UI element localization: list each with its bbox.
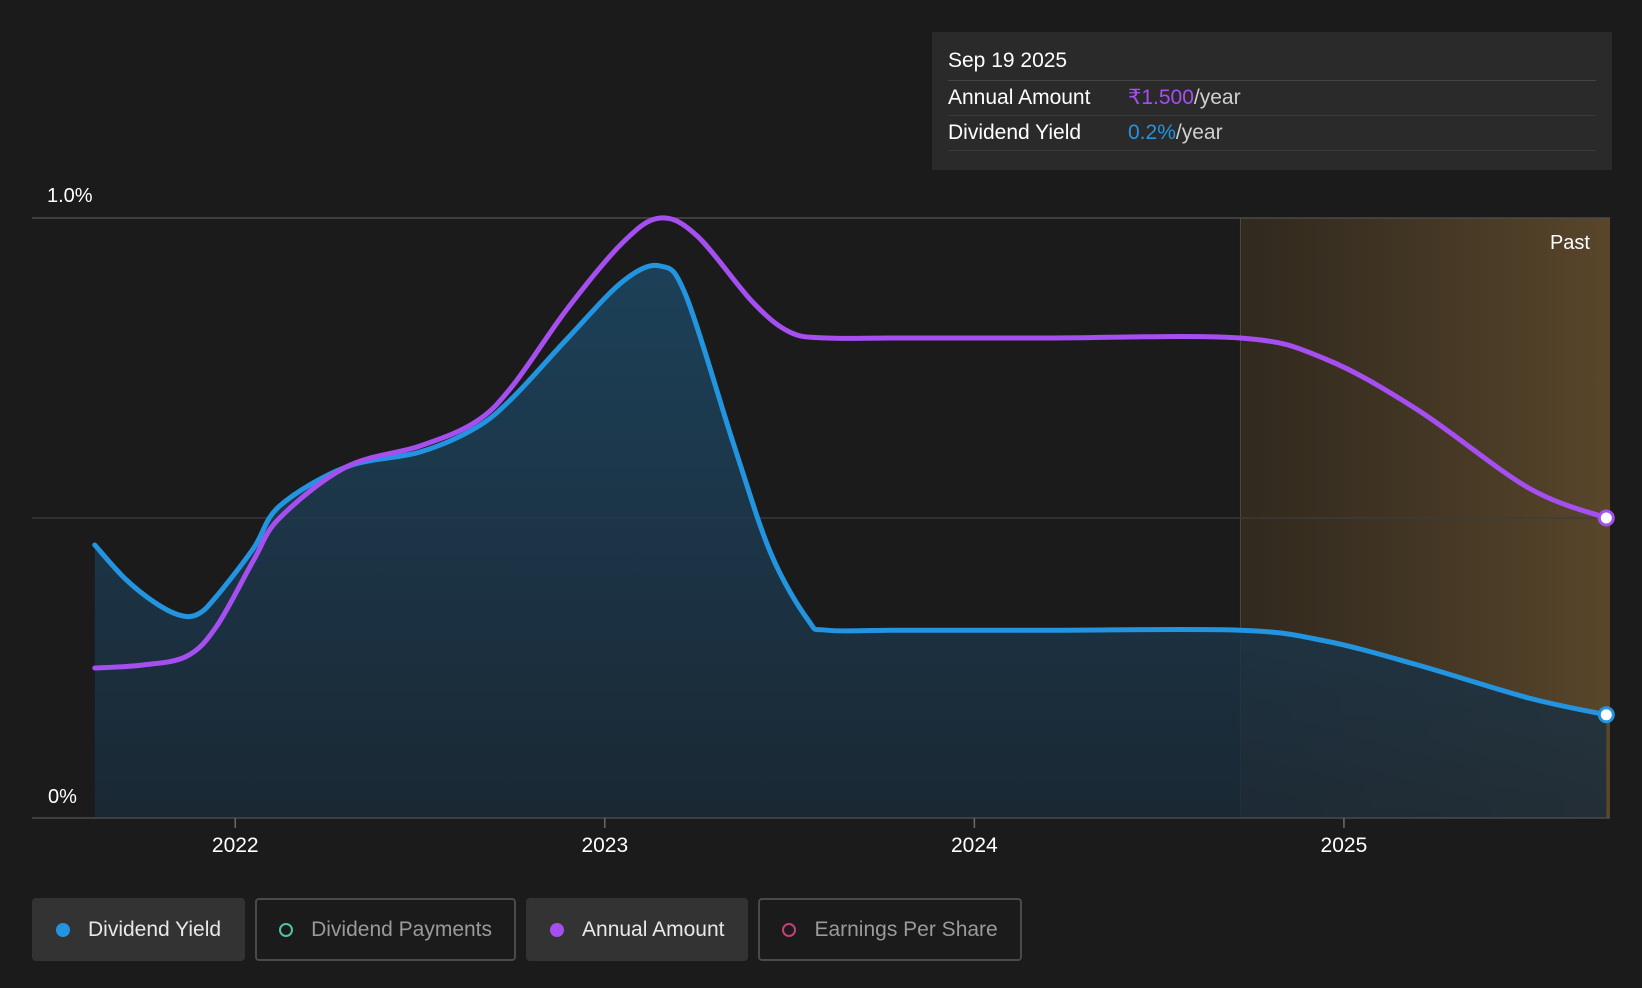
legend-dot-icon xyxy=(279,922,294,937)
chart-root: 1.0% 0% 2022 2023 2024 2025 Past Sep 19 2025 A… xyxy=(0,0,1642,988)
y-tick-label: 1.0% xyxy=(47,185,93,207)
series-end-point-1 xyxy=(1597,509,1615,527)
series-end-point-0 xyxy=(1597,706,1615,724)
tooltip-label: Annual Amount xyxy=(948,86,1091,109)
tooltip-row-annual-amount: Annual Amount ₹1.500/year xyxy=(948,81,1596,116)
legend-dot-icon xyxy=(782,922,797,937)
tooltip-date: Sep 19 2025 xyxy=(948,46,1596,81)
tooltip-label: Dividend Yield xyxy=(948,121,1082,144)
tooltip-row-dividend-yield: Dividend Yield 0.2%/year xyxy=(948,116,1596,151)
legend-label: Dividend Payments xyxy=(311,917,493,941)
chart-tooltip: Sep 19 2025 Annual Amount ₹1.500/year Di… xyxy=(932,32,1612,170)
legend-annual-amount-button[interactable]: Annual Amount xyxy=(526,898,749,961)
tooltip-value: ₹1.500 xyxy=(1128,86,1194,109)
x-tick-label: 2022 xyxy=(212,834,259,857)
legend-label: Earnings Per Share xyxy=(814,917,998,941)
tooltip-suffix: /year xyxy=(1193,86,1241,109)
chart-legend: Dividend Yield Dividend Payments Annual … xyxy=(32,898,1022,961)
legend-dot-icon xyxy=(550,922,565,937)
x-tick-label: 2023 xyxy=(581,834,628,857)
legend-dividend-payments-button[interactable]: Dividend Payments xyxy=(255,898,517,961)
x-tick-label: 2024 xyxy=(951,834,998,857)
legend-dot-icon xyxy=(56,922,70,937)
past-label: Past xyxy=(1550,232,1590,254)
legend-label: Dividend Yield xyxy=(88,917,222,941)
x-tick-label: 2025 xyxy=(1321,834,1368,857)
tooltip-suffix: /year xyxy=(1175,121,1223,144)
legend-label: Annual Amount xyxy=(582,917,725,941)
y-tick-label: 0% xyxy=(48,786,77,808)
tooltip-value: 0.2% xyxy=(1128,121,1176,144)
legend-dividend-yield-button[interactable]: Dividend Yield xyxy=(32,898,246,961)
legend-earnings-per-share-button[interactable]: Earnings Per Share xyxy=(758,898,1022,961)
